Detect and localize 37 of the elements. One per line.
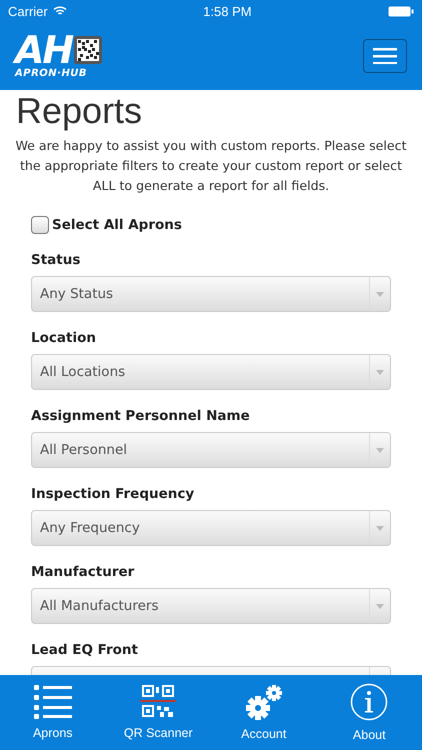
list-icon <box>34 685 72 719</box>
filter-dropdown[interactable]: All Locations <box>31 354 391 390</box>
tab-bar-item[interactable]: Account <box>211 675 316 750</box>
tab-bar-item[interactable]: About <box>316 675 422 750</box>
page-title: Reports <box>16 90 144 132</box>
filter-dropdown[interactable]: All Manufacturers <box>31 588 391 624</box>
filter-label: Lead EQ Front <box>31 641 139 659</box>
menu-icon <box>373 48 397 64</box>
logo-mark: AH <box>15 32 72 68</box>
info-icon <box>350 683 388 721</box>
filter-label: Location <box>31 329 97 347</box>
caret-icon <box>376 604 384 608</box>
caret-icon <box>376 370 384 374</box>
filter-label: Inspection Frequency <box>31 485 196 503</box>
caret-icon <box>376 526 384 530</box>
checkbox-label: Select All Aprons <box>52 217 182 233</box>
logo-wordmark: APRON·HUB <box>15 68 88 80</box>
filter-label: Manufacturer <box>31 563 136 581</box>
qr-code-icon <box>140 685 176 719</box>
gears-icon <box>244 684 284 720</box>
carrier-label: Carrier <box>8 4 48 18</box>
status-time: 1:58 PM <box>203 4 252 18</box>
filter-dropdown[interactable]: Any Frequency <box>31 510 391 546</box>
wifi-icon <box>52 6 67 16</box>
caret-icon <box>376 292 384 296</box>
filter-label: Status <box>31 251 82 269</box>
select-all-checkbox[interactable] <box>31 216 49 234</box>
battery-icon <box>388 6 414 16</box>
filter-dropdown[interactable]: Any Status <box>31 276 391 312</box>
menu-button[interactable] <box>363 39 407 73</box>
tab-bar-item[interactable]: Aprons <box>0 675 106 750</box>
intro-text: We are happy to assist you with custom reports. Please select the appropriate filters to create your custom report or select ALL to generate a report for all fields. <box>15 137 407 195</box>
filter-label: Assignment Personnel Name <box>31 407 251 425</box>
caret-icon <box>376 448 384 452</box>
qr-code-icon <box>74 36 102 64</box>
filter-dropdown[interactable]: All Personnel <box>31 432 391 468</box>
tab-bar-item[interactable]: QR Scanner <box>106 675 211 750</box>
